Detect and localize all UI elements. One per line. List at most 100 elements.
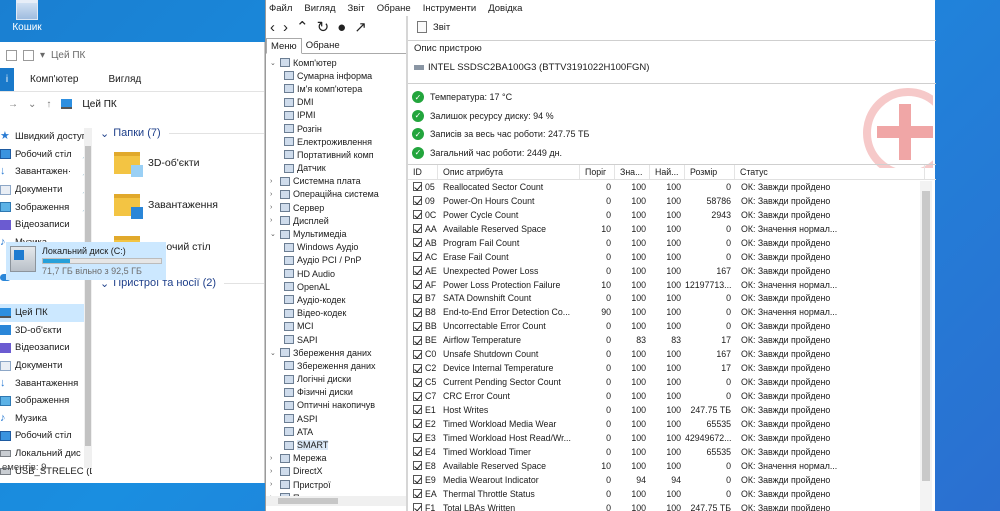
table-row[interactable]: B8 End-to-End Error Detection Co... 90 100 1… xyxy=(408,305,936,319)
menu-item[interactable]: Інструменти xyxy=(423,3,477,14)
nav-item[interactable]: Документи xyxy=(0,357,92,375)
tree-item[interactable]: SAPI xyxy=(270,333,402,346)
tree-item[interactable]: Розгін xyxy=(270,122,402,135)
nav-item[interactable]: Відеозаписи xyxy=(0,216,92,234)
refresh-icon[interactable]: ↻ xyxy=(317,18,330,36)
checkbox-icon[interactable] xyxy=(413,447,422,457)
tree-item[interactable]: Оптичні накопичув xyxy=(270,399,402,412)
tree-item[interactable]: › Дисплей xyxy=(270,214,402,227)
table-row[interactable]: C0 Unsafe Shutdown Count 0 100 100 167 ОК: Зав… xyxy=(408,347,936,361)
checkbox-icon[interactable] xyxy=(413,266,422,276)
chevron-right-icon[interactable]: › xyxy=(270,204,277,211)
drive-c-tile[interactable]: Локальний диск (C:) 71,7 ГБ вільно з 92,… xyxy=(6,242,166,280)
table-row[interactable]: E2 Timed Workload Media Wear 0 100 100 65535 О… xyxy=(408,417,936,431)
user-icon[interactable]: ● xyxy=(337,19,346,36)
tree-item[interactable]: Ім'я комп'ютера xyxy=(270,82,402,95)
up-icon[interactable]: ⌃ xyxy=(296,18,309,36)
properties-icon[interactable] xyxy=(23,49,34,61)
recycle-bin-icon[interactable]: Кошик xyxy=(4,0,50,36)
menu-item[interactable]: Вигляд xyxy=(304,3,335,14)
nav-item[interactable]: ↓ Завантаження xyxy=(0,374,92,392)
chevron-right-icon[interactable]: › xyxy=(270,481,277,488)
checkbox-icon[interactable] xyxy=(413,475,422,485)
table-row[interactable]: E8 Available Reserved Space 10 100 100 0 ОК: З… xyxy=(408,459,936,473)
chevron-right-icon[interactable]: › xyxy=(270,191,277,198)
nav-item[interactable]: ★ Швидкий доступ xyxy=(0,128,92,146)
checkbox-icon[interactable] xyxy=(413,210,422,220)
file-tab[interactable]: і xyxy=(0,68,14,91)
arrow-up-icon[interactable]: ↑ xyxy=(46,99,51,110)
tree-item[interactable]: Фізичні диски xyxy=(270,386,402,399)
checkbox-icon[interactable] xyxy=(413,419,422,429)
nav-item[interactable]: Відеозаписи xyxy=(0,339,92,357)
checkbox-icon[interactable] xyxy=(413,377,422,387)
nav-item[interactable]: ↓Завантажен·📌 xyxy=(0,163,92,181)
nav-item[interactable]: ♪ Музика xyxy=(0,410,92,428)
table-row[interactable]: AB Program Fail Count 0 100 100 0 ОК: Завжди п… xyxy=(408,236,936,250)
table-row[interactable]: C2 Device Internal Temperature 0 100 100 17 ОК… xyxy=(408,361,936,375)
table-scrollbar[interactable] xyxy=(920,181,932,511)
tab-favorites[interactable]: Обране xyxy=(302,38,344,53)
col-worst-header[interactable]: Най... xyxy=(650,165,685,179)
table-row[interactable]: BE Airflow Temperature 0 83 83 17 ОК: Завжди п… xyxy=(408,333,936,347)
tree-item[interactable]: ⌄ Мультимедіа xyxy=(270,227,402,240)
tree-item[interactable]: MCI xyxy=(270,320,402,333)
nav-scrollbar[interactable] xyxy=(84,128,92,468)
table-row[interactable]: B7 SATA Downshift Count 0 100 100 0 ОК: Завжди… xyxy=(408,292,936,306)
folders-group-header[interactable]: ⌄ Папки (7) xyxy=(100,124,264,142)
address-bar[interactable]: → ⌄ ↑ Цей ПК xyxy=(0,92,264,116)
tab-view[interactable]: Вигляд xyxy=(92,74,155,85)
checkbox-icon[interactable] xyxy=(413,238,422,248)
checkbox-icon[interactable] xyxy=(413,280,422,290)
tree-item[interactable]: Логічні диски xyxy=(270,373,402,386)
tree-item[interactable]: ⌄ Комп'ютер xyxy=(270,56,402,69)
checkbox-icon[interactable] xyxy=(413,196,422,206)
tree-item[interactable]: Аудіо PCI / PnP xyxy=(270,254,402,267)
tree-item[interactable]: ATA xyxy=(270,425,402,438)
nav-item[interactable]: Робочий стіл xyxy=(0,427,92,445)
chevron-down-icon[interactable]: ▾ xyxy=(40,50,45,61)
col-status-header[interactable]: Статус xyxy=(735,165,925,179)
table-row[interactable]: AA Available Reserved Space 10 100 100 0 ОК: З… xyxy=(408,222,936,236)
nav-item[interactable]: Локальний дис xyxy=(0,445,92,463)
tree-item[interactable]: › Системна плата xyxy=(270,175,402,188)
nav-item[interactable]: Документи📌 xyxy=(0,181,92,199)
chevron-down-icon[interactable]: ⌄ xyxy=(270,230,277,238)
checkbox-icon[interactable] xyxy=(413,321,422,331)
table-row[interactable]: 05 Reallocated Sector Count 0 100 100 0 ОК: За… xyxy=(408,180,936,194)
menu-item[interactable]: Звіт xyxy=(348,3,365,14)
checkbox-icon[interactable] xyxy=(413,335,422,345)
table-row[interactable]: 09 Power-On Hours Count 0 100 100 58786 ОК: За… xyxy=(408,194,936,208)
tree-item[interactable]: › Мережа xyxy=(270,452,402,465)
table-row[interactable]: C5 Current Pending Sector Count 0 100 100 0 ОК… xyxy=(408,375,936,389)
col-value-header[interactable]: Зна... xyxy=(615,165,650,179)
nav-item[interactable]: 3D-об'єкти xyxy=(0,322,92,340)
tree-item[interactable]: Windows Аудіо xyxy=(270,241,402,254)
chevron-right-icon[interactable]: › xyxy=(270,468,277,475)
quick-access-toolbar-icon[interactable] xyxy=(6,49,17,61)
tree-item[interactable]: › Сервер xyxy=(270,201,402,214)
nav-item[interactable]: Зображення xyxy=(0,392,92,410)
tree-item[interactable]: OpenAL xyxy=(270,280,402,293)
tree-item[interactable]: HD Audio xyxy=(270,267,402,280)
tree-item[interactable]: SMART xyxy=(270,438,402,451)
checkbox-icon[interactable] xyxy=(413,405,422,415)
tree-item[interactable]: ASPI xyxy=(270,412,402,425)
tree-item[interactable]: › Операційна система xyxy=(270,188,402,201)
menu-item[interactable]: Обране xyxy=(377,3,411,14)
tree-item[interactable]: Аудіо-кодек xyxy=(270,293,402,306)
checkbox-icon[interactable] xyxy=(413,252,422,262)
nav-item[interactable]: Зображення📌 xyxy=(0,198,92,216)
tree-item[interactable]: › Пристрої xyxy=(270,478,402,491)
nav-item[interactable]: Робочий стіл📌 xyxy=(0,146,92,164)
chevron-right-icon[interactable]: › xyxy=(270,217,277,224)
checkbox-icon[interactable] xyxy=(413,349,422,359)
tab-computer[interactable]: Комп'ютер xyxy=(14,74,92,85)
col-id-header[interactable]: ID xyxy=(408,165,438,179)
table-row[interactable]: 0C Power Cycle Count 0 100 100 2943 ОК: Завжди… xyxy=(408,208,936,222)
table-row[interactable]: AF Power Loss Protection Failure 10 100 100 1… xyxy=(408,278,936,292)
table-row[interactable]: E3 Timed Workload Host Read/Wr... 0 100 100 4… xyxy=(408,431,936,445)
back-icon[interactable]: ‹ xyxy=(270,19,275,36)
table-row[interactable]: BB Uncorrectable Error Count 0 100 100 0 ОК: З… xyxy=(408,319,936,333)
folder-item[interactable]: 3D-об'єкти xyxy=(100,142,264,184)
